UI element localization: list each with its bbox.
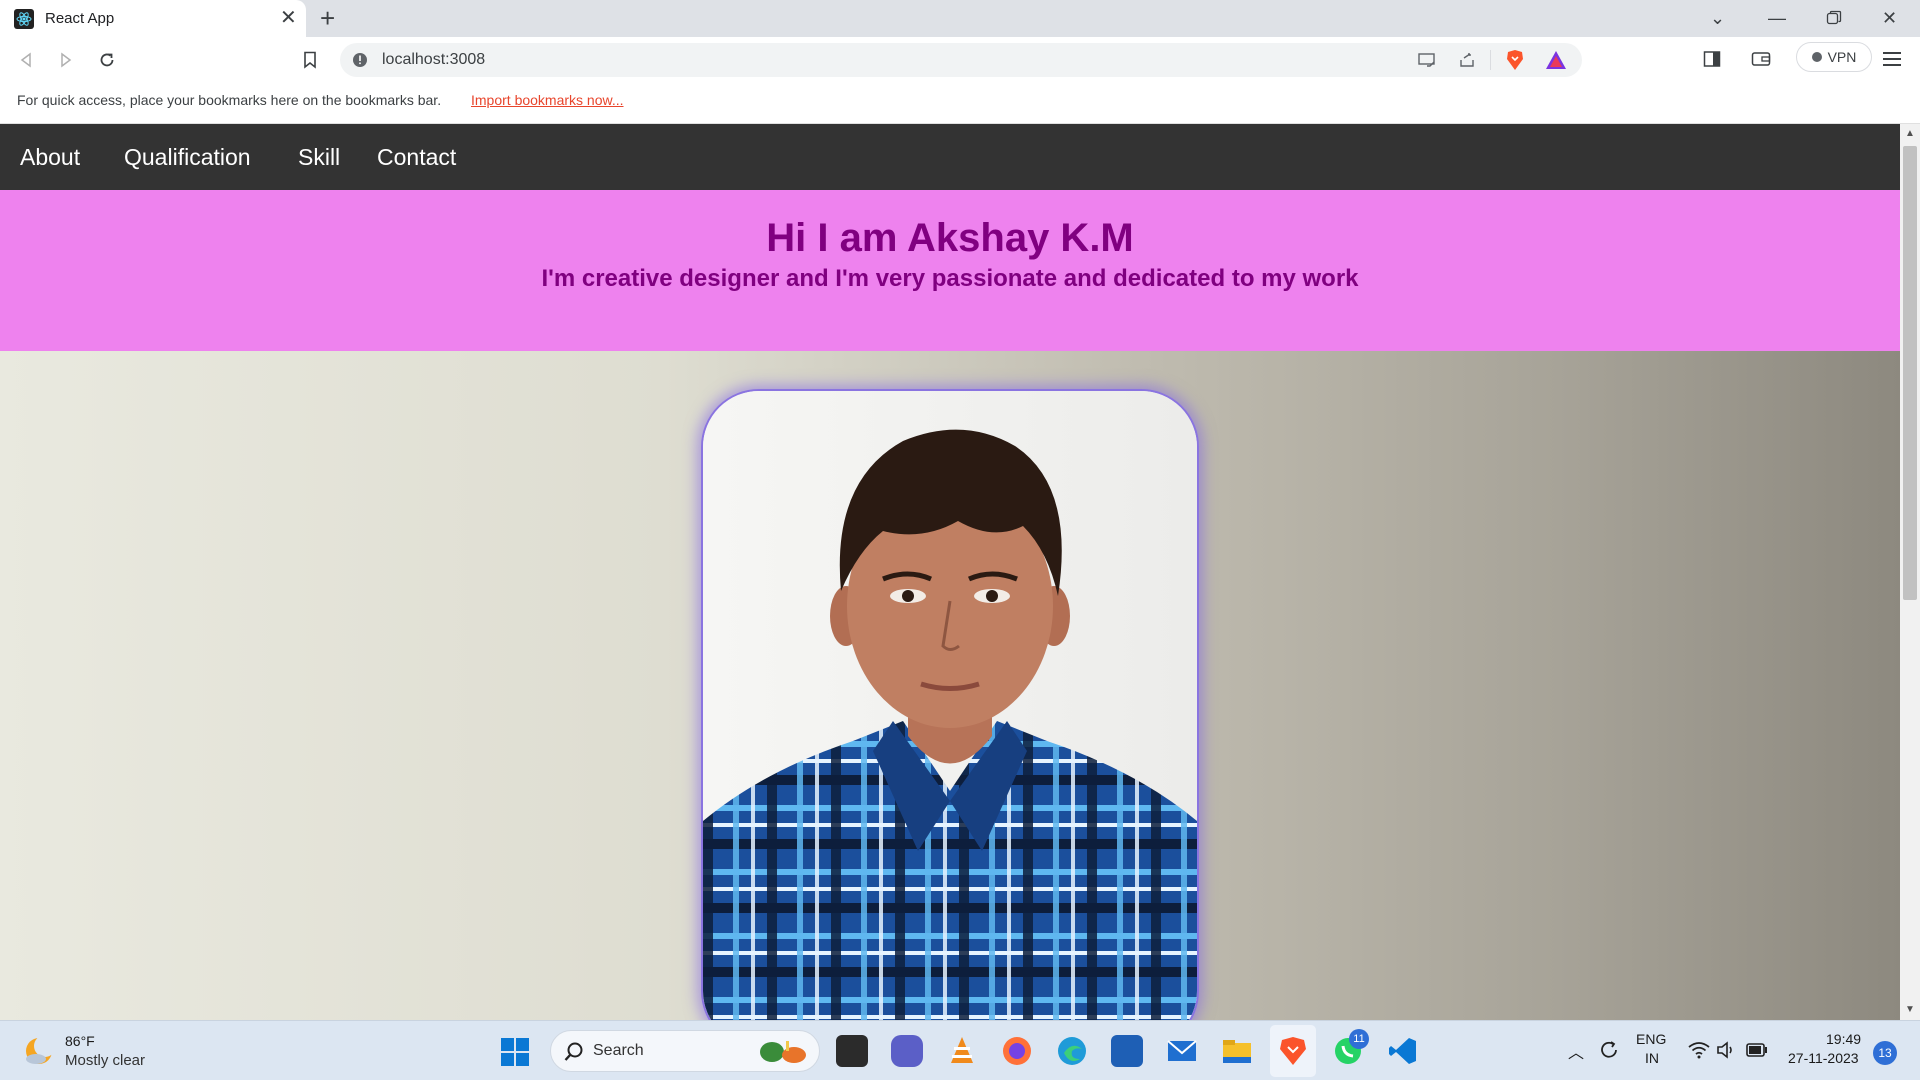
back-icon[interactable] <box>12 46 40 74</box>
language-in[interactable]: IN <box>1645 1050 1659 1066</box>
reload-icon[interactable] <box>93 46 121 74</box>
windows-taskbar: 86°F Mostly clear Search 11 ︿ ENG IN 19:… <box>0 1020 1920 1080</box>
url-text: localhost:3008 <box>382 51 486 68</box>
whatsapp-badge: 11 <box>1349 1029 1369 1049</box>
page-viewport: About Qualification Skill Contact Hi I a… <box>0 124 1900 1020</box>
taskbar-search-label: Search <box>593 1042 644 1059</box>
restore-icon[interactable] <box>1826 10 1842 26</box>
site-info-icon[interactable] <box>352 52 368 68</box>
weather-moon-icon[interactable] <box>22 1034 56 1068</box>
notification-count-badge[interactable]: 13 <box>1873 1041 1897 1065</box>
clock-date[interactable]: 27-11-2023 <box>1788 1050 1859 1066</box>
new-tab-icon[interactable]: + <box>320 3 335 33</box>
scroll-thumb[interactable] <box>1903 146 1917 600</box>
address-bar[interactable]: localhost:3008 <box>340 43 1582 77</box>
tab-title: React App <box>45 10 115 27</box>
search-highlight-icon <box>760 1041 806 1063</box>
scroll-down-icon[interactable]: ▼ <box>1905 1004 1915 1015</box>
volume-icon[interactable] <box>1716 1040 1736 1060</box>
sidebar-icon[interactable] <box>1703 50 1721 68</box>
wifi-icon[interactable] <box>1688 1041 1710 1059</box>
start-windows-icon[interactable] <box>500 1037 530 1067</box>
language-eng[interactable]: ENG <box>1636 1031 1666 1047</box>
brave-shields-icon[interactable] <box>1505 49 1525 71</box>
scroll-up-icon[interactable]: ▲ <box>1905 128 1915 139</box>
firefox-icon[interactable] <box>1001 1035 1033 1067</box>
minimize-icon[interactable]: — <box>1768 6 1786 30</box>
share-icon[interactable] <box>1458 51 1476 69</box>
hero-subtitle: I'm creative designer and I'm very passi… <box>541 265 1359 292</box>
task-view-icon[interactable] <box>836 1035 868 1067</box>
browser-toolbar: localhost:3008 VPN <box>0 37 1920 83</box>
close-window-icon[interactable]: ✕ <box>1882 6 1897 30</box>
hero-banner: Hi I am Akshay K.M I'm creative designer… <box>0 190 1900 351</box>
microsoft-store-icon[interactable] <box>1111 1035 1143 1067</box>
tab-strip: React App ✕ + ⌄ — ✕ <box>0 0 1920 37</box>
site-navbar: About Qualification Skill Contact <box>0 124 1900 190</box>
nav-contact-link[interactable]: Contact <box>377 144 456 171</box>
nav-qualification-link[interactable]: Qualification <box>124 144 251 171</box>
bookmarks-bar: For quick access, place your bookmarks h… <box>0 83 1920 124</box>
profile-photo <box>701 389 1199 1020</box>
divider <box>1490 50 1491 70</box>
vpn-button[interactable]: VPN <box>1796 42 1872 72</box>
battery-icon[interactable] <box>1746 1042 1768 1058</box>
active-tab[interactable]: React App ✕ <box>0 0 306 37</box>
vpn-label: VPN <box>1827 49 1857 65</box>
react-favicon-icon <box>14 9 34 29</box>
sync-icon[interactable] <box>1598 1039 1620 1061</box>
vpn-status-icon <box>1811 52 1822 62</box>
page-scrollbar[interactable]: ▲ ▼ <box>1900 124 1920 1020</box>
taskbar-search[interactable]: Search <box>550 1030 820 1072</box>
hero-title: Hi I am Akshay K.M <box>766 216 1134 260</box>
wallet-icon[interactable] <box>1751 50 1771 68</box>
clock-time[interactable]: 19:49 <box>1826 1031 1861 1047</box>
bookmark-icon[interactable] <box>296 46 324 74</box>
vscode-icon[interactable] <box>1387 1035 1419 1067</box>
vlc-icon[interactable] <box>946 1035 978 1067</box>
tray-overflow-icon[interactable]: ︿ <box>1568 1039 1584 1063</box>
forward-icon[interactable] <box>52 46 80 74</box>
file-explorer-icon[interactable] <box>1221 1035 1253 1067</box>
cast-icon[interactable] <box>1418 52 1436 68</box>
bookmarks-prompt: For quick access, place your bookmarks h… <box>17 92 442 108</box>
profile-portrait-image <box>703 391 1197 1020</box>
edge-icon[interactable] <box>1056 1035 1088 1067</box>
weather-description[interactable]: Mostly clear <box>65 1052 145 1069</box>
nav-skill-link[interactable]: Skill <box>298 144 340 171</box>
mail-icon[interactable] <box>1166 1035 1198 1067</box>
import-bookmarks-link[interactable]: Import bookmarks now... <box>471 92 624 108</box>
tab-close-icon[interactable]: ✕ <box>280 7 297 29</box>
brave-browser-icon[interactable] <box>1277 1035 1309 1067</box>
tab-search-chevron-icon[interactable]: ⌄ <box>1710 6 1725 30</box>
teams-chat-icon[interactable] <box>891 1035 923 1067</box>
weather-temperature[interactable]: 86°F <box>65 1033 95 1049</box>
search-icon <box>564 1042 583 1061</box>
menu-icon[interactable] <box>1883 51 1901 67</box>
brave-rewards-icon[interactable] <box>1545 50 1567 70</box>
nav-about-link[interactable]: About <box>20 144 80 171</box>
